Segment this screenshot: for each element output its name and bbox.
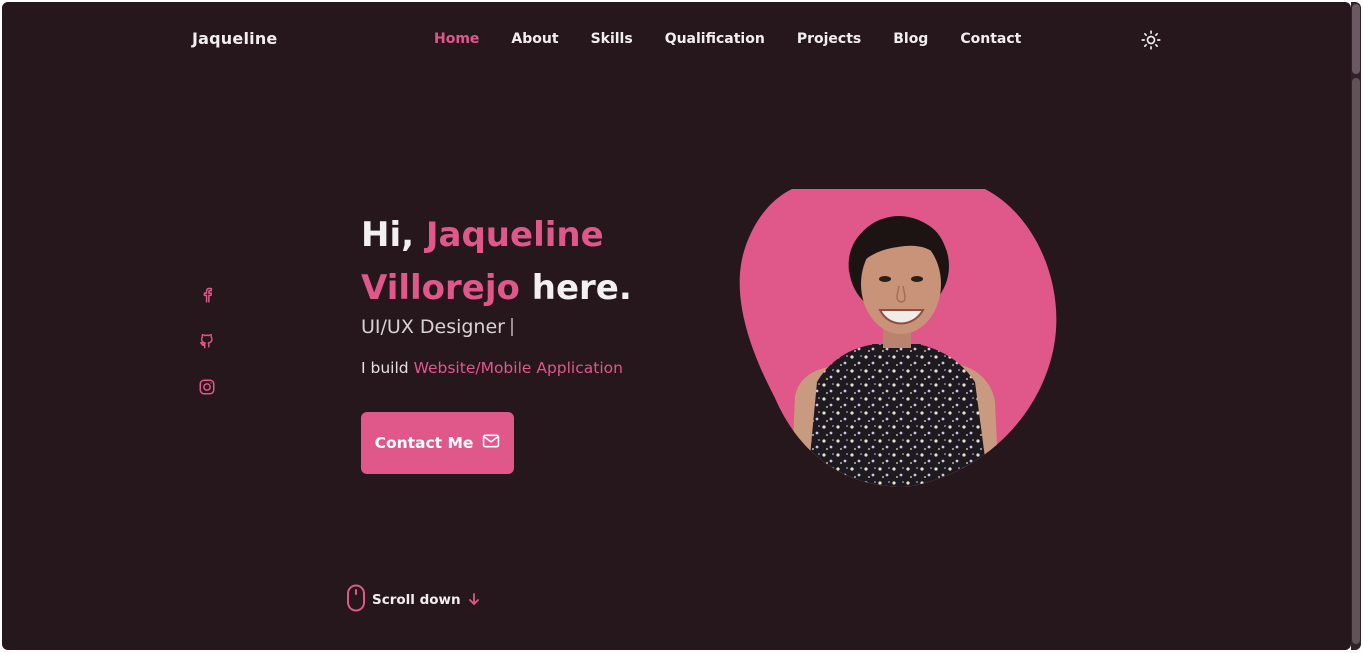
github-icon[interactable] xyxy=(198,332,216,350)
profile-photo xyxy=(737,186,1059,488)
social-links xyxy=(198,286,220,424)
instagram-icon[interactable] xyxy=(198,378,216,396)
page-window: Jaqueline Home About Skills Qualificatio… xyxy=(2,2,1351,650)
nav-projects[interactable]: Projects xyxy=(797,31,861,47)
tagline-prefix: I build xyxy=(361,359,409,377)
nav-qualification[interactable]: Qualification xyxy=(665,31,765,47)
mouse-icon xyxy=(346,584,366,616)
hero-suffix: here. xyxy=(531,268,632,308)
hero-role-text: UI/UX Designer xyxy=(361,316,505,338)
main-nav: Home About Skills Qualification Projects… xyxy=(434,31,1021,47)
hero-first-name: Jaqueline xyxy=(425,215,604,255)
hero-tagline: I build Website/Mobile Application xyxy=(361,359,623,377)
scrollbar-track[interactable] xyxy=(1352,78,1360,644)
contact-me-button[interactable]: Contact Me xyxy=(361,412,514,474)
nav-about[interactable]: About xyxy=(511,31,558,47)
contact-me-label: Contact Me xyxy=(374,434,474,452)
hero-greeting: Hi, xyxy=(361,215,415,255)
hero-last-name: Villorejo xyxy=(361,268,520,308)
site-logo[interactable]: Jaqueline xyxy=(192,29,277,48)
hero-role: UI/UX Designer xyxy=(361,316,513,338)
nav-blog[interactable]: Blog xyxy=(893,31,928,47)
nav-home[interactable]: Home xyxy=(434,31,479,47)
nav-contact[interactable]: Contact xyxy=(960,31,1021,47)
page-scrollbar[interactable] xyxy=(1351,2,1361,650)
scroll-down-label: Scroll down xyxy=(372,592,461,608)
arrow-down-icon xyxy=(467,591,481,610)
facebook-icon[interactable] xyxy=(198,286,216,304)
scrollbar-thumb[interactable] xyxy=(1352,4,1360,74)
typing-cursor xyxy=(510,318,513,336)
hero-title: Hi, Jaqueline Villorejo here. xyxy=(361,209,632,315)
scroll-down-link[interactable]: Scroll down xyxy=(346,584,481,616)
tagline-highlight: Website/Mobile Application xyxy=(413,359,623,377)
sun-icon[interactable] xyxy=(1141,30,1161,50)
mail-icon xyxy=(482,434,500,452)
nav-skills[interactable]: Skills xyxy=(591,31,633,47)
